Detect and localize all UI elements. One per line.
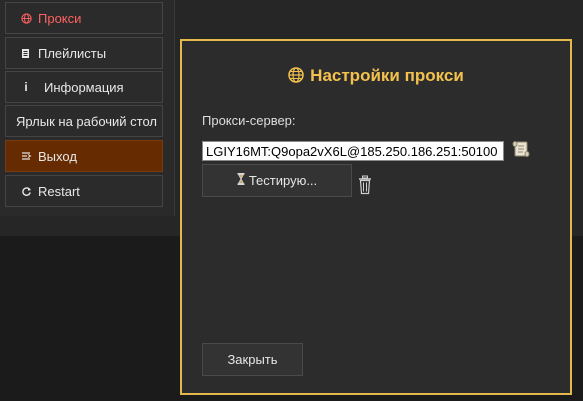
close-button[interactable]: Закрыть	[202, 343, 303, 376]
sidebar-item-label: Restart	[38, 183, 80, 199]
sidebar-item-label: Плейлисты	[38, 45, 107, 61]
proxy-server-label: Прокси-сервер:	[202, 113, 296, 128]
paste-scroll-icon	[511, 141, 531, 162]
playlist-icon	[18, 48, 34, 59]
test-proxy-button[interactable]: Тестирую...	[202, 164, 352, 197]
sidebar-item-proxy[interactable]: Прокси	[5, 2, 163, 34]
sidebar-item-desktop-shortcut[interactable]: Ярлык на рабочий стол	[5, 105, 163, 137]
info-icon: i	[24, 80, 28, 94]
sidebar-item-label: Прокси	[38, 10, 82, 26]
sidebar-item-label: Ярлык на рабочий стол	[16, 113, 158, 129]
test-button-label: Тестирую...	[248, 173, 318, 188]
dialog-title-text: Настройки прокси	[310, 66, 464, 85]
trash-icon	[358, 175, 372, 198]
sidebar-item-playlists[interactable]: Плейлисты	[5, 37, 163, 69]
restart-icon	[18, 186, 34, 197]
sidebar-menu: Прокси Плейлисты i Информация Ярлык на р…	[0, 0, 175, 216]
dialog-title: Настройки прокси	[182, 66, 570, 88]
globe-icon	[288, 67, 304, 88]
globe-icon	[18, 12, 34, 24]
hourglass-icon	[237, 173, 245, 188]
proxy-server-input[interactable]	[202, 141, 504, 161]
exit-icon	[18, 151, 34, 161]
sidebar-item-label: Информация	[44, 79, 124, 95]
sidebar-item-label: Выход	[38, 148, 77, 164]
proxy-settings-dialog: Настройки прокси Прокси-сервер: Тестирую…	[180, 39, 572, 395]
sidebar-item-exit[interactable]: Выход	[5, 140, 163, 172]
delete-proxy-button[interactable]	[358, 175, 374, 197]
sidebar-item-restart[interactable]: Restart	[5, 175, 163, 207]
sidebar-item-info[interactable]: i Информация	[5, 71, 163, 103]
paste-button[interactable]	[511, 139, 531, 161]
